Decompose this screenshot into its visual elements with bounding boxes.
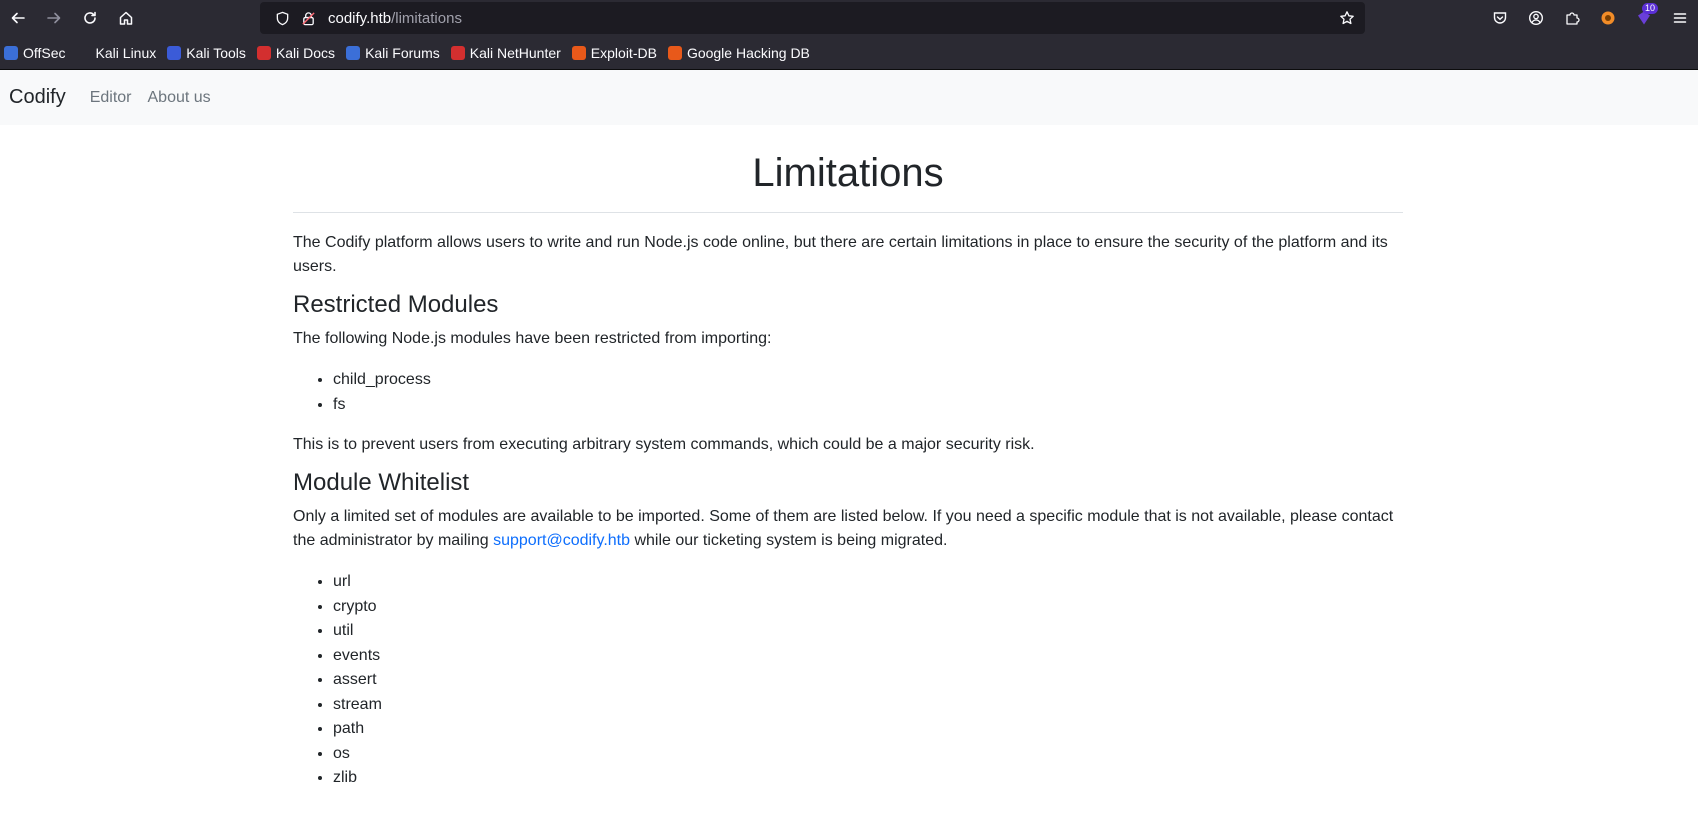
extension-badge: 10 (1641, 3, 1658, 14)
reload-button[interactable] (72, 0, 108, 36)
bookmark-favicon-icon (167, 45, 182, 60)
list-item: zlib (333, 766, 1403, 791)
bookmark-favicon-icon (450, 45, 465, 60)
list-item: events (333, 644, 1403, 669)
bookmark-kali-forums[interactable]: Kali Forums (346, 45, 440, 61)
bookmark-kali-docs[interactable]: Kali Docs (256, 44, 336, 61)
forward-button[interactable] (36, 0, 72, 36)
url-host: codify.htb (328, 9, 392, 27)
extension-orange-button[interactable] (1590, 0, 1626, 36)
toolbar-right-icons: 10 (1482, 0, 1698, 36)
bookmark-label: OffSec (23, 44, 66, 61)
restricted-modules-list: child_process fs (333, 368, 1403, 417)
module-whitelist-heading: Module Whitelist (293, 469, 470, 496)
bookmark-kali-tools[interactable]: Kali Tools (167, 45, 246, 61)
puzzle-icon (1566, 12, 1580, 25)
account-button[interactable] (1518, 0, 1554, 36)
support-email-link[interactable]: support@codify.htb (493, 532, 630, 549)
bookmark-label: Google Hacking DB (686, 44, 810, 61)
orange-extension-icon (1601, 11, 1615, 25)
account-icon (1528, 10, 1544, 26)
hamburger-menu-icon (1673, 13, 1687, 23)
bookmark-label: Kali Docs (275, 44, 336, 61)
bookmark-favicon-icon (76, 45, 91, 60)
whitelist-paragraph: Only a limited set of modules are availa… (293, 505, 1403, 553)
pocket-icon (1493, 12, 1507, 24)
reload-icon (84, 11, 96, 24)
bookmark-favicon-icon (4, 45, 18, 60)
restricted-modules-text: The following Node.js modules have been … (293, 330, 772, 347)
restricted-note: This is to prevent users from executing … (293, 436, 1035, 453)
bookmark-favicon-icon (256, 45, 271, 60)
bookmark-favicon-icon (346, 45, 361, 60)
browser-chrome: codify.htb/limitations 10 OffSec Kali Li… (0, 0, 1698, 70)
bookmark-star-button[interactable] (1335, 6, 1359, 30)
shield-icon[interactable] (270, 6, 294, 30)
url-text: codify.htb/limitations (328, 10, 462, 27)
page-title: Limitations (293, 125, 1403, 213)
list-item: path (333, 717, 1403, 742)
bookmark-label: Kali Linux (95, 44, 157, 61)
url-bar[interactable]: codify.htb/limitations (260, 2, 1365, 34)
list-item: stream (333, 693, 1403, 718)
bookmark-favicon-icon (667, 45, 682, 60)
navbar-brand[interactable]: Codify (9, 86, 66, 109)
bookmark-offsec[interactable]: OffSec (4, 45, 66, 61)
url-path: /limitations (391, 9, 462, 27)
bookmark-label: Exploit-DB (590, 44, 657, 61)
list-item: crypto (333, 595, 1403, 620)
bookmark-label: Kali Tools (186, 44, 246, 61)
bookmarks-toolbar: OffSec Kali Linux Kali Tools Kali Docs Kali … (0, 36, 1698, 70)
star-icon (1340, 11, 1354, 25)
whitelist-modules-list: url crypto util events assert stream pat… (333, 570, 1403, 791)
bookmark-kali-linux[interactable]: Kali Linux (76, 44, 157, 61)
site-navbar: Codify Editor About us (0, 70, 1698, 125)
list-item: url (333, 570, 1403, 595)
nav-link-about[interactable]: About us (148, 89, 211, 107)
bookmark-favicon-icon (571, 45, 586, 60)
main-content: Limitations The Codify platform allows u… (293, 125, 1403, 791)
arrow-right-icon (47, 12, 61, 24)
browser-toolbar: codify.htb/limitations 10 (0, 0, 1698, 36)
bookmark-label: Kali NetHunter (469, 44, 561, 61)
home-icon (119, 11, 133, 25)
home-button[interactable] (108, 0, 144, 36)
bookmark-kali-nethunter[interactable]: Kali NetHunter (450, 44, 561, 61)
whitelist-text-after: while our ticketing system is being migr… (630, 532, 948, 549)
arrow-left-icon (11, 12, 25, 24)
extension-purple-button[interactable]: 10 (1626, 0, 1662, 36)
list-item: child_process (333, 368, 1403, 393)
back-button[interactable] (0, 0, 36, 36)
list-item: util (333, 619, 1403, 644)
nav-link-editor[interactable]: Editor (90, 89, 132, 107)
extensions-button[interactable] (1554, 0, 1590, 36)
menu-button[interactable] (1662, 0, 1698, 36)
bookmark-label: Kali Forums (365, 44, 440, 61)
list-item: os (333, 742, 1403, 767)
pocket-button[interactable] (1482, 0, 1518, 36)
list-item: fs (333, 393, 1403, 418)
bookmark-google-hacking-db[interactable]: Google Hacking DB (667, 44, 810, 61)
intro-paragraph: The Codify platform allows users to writ… (293, 234, 1388, 275)
list-item: assert (333, 668, 1403, 693)
lock-insecure-icon[interactable] (296, 6, 320, 30)
bookmark-exploit-db[interactable]: Exploit-DB (571, 44, 657, 61)
restricted-modules-heading: Restricted Modules (293, 291, 499, 318)
